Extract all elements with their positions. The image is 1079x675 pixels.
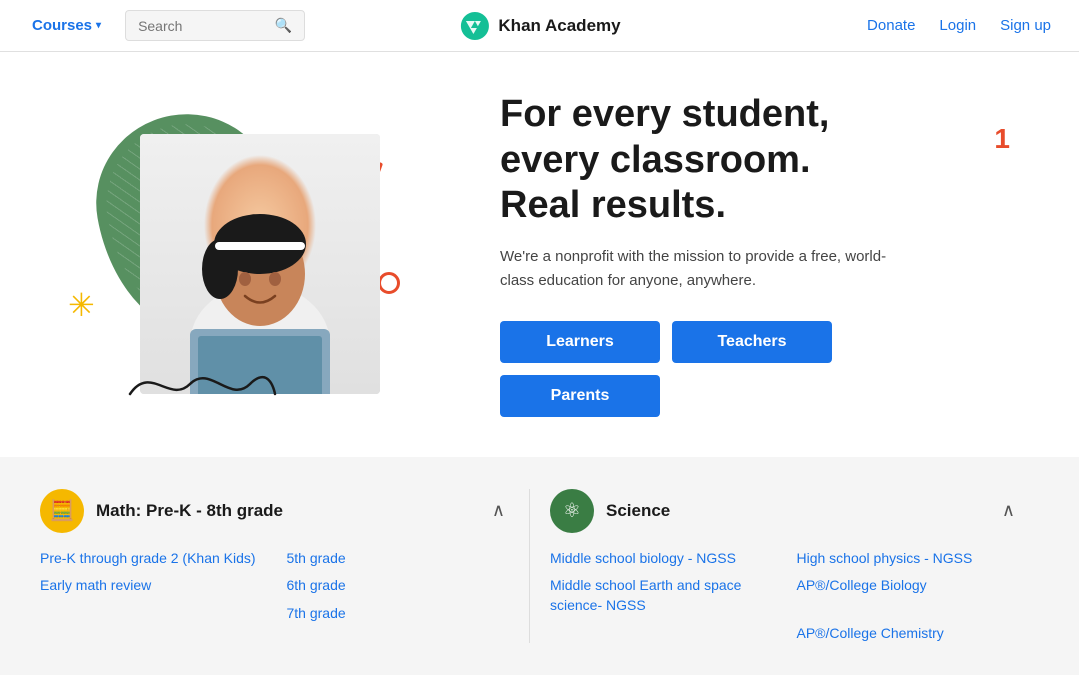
- hero-buttons: Learners Teachers Parents: [500, 321, 980, 417]
- science-link-1[interactable]: Middle school biology - NGSS: [550, 549, 773, 569]
- hero-section: ✳: [0, 52, 1079, 457]
- math-links: Pre-K through grade 2 (Khan Kids) 5th gr…: [40, 549, 509, 624]
- nav-right: Donate Login Sign up: [863, 13, 1055, 38]
- math-link-2[interactable]: 5th grade: [287, 549, 510, 569]
- courses-section: 🧮 Math: Pre-K - 8th grade ∧ Pre-K throug…: [0, 457, 1079, 675]
- math-header: 🧮 Math: Pre-K - 8th grade ∧: [40, 489, 509, 533]
- math-column: 🧮 Math: Pre-K - 8th grade ∧ Pre-K throug…: [40, 489, 529, 643]
- hero-counter: 1: [994, 122, 1010, 156]
- science-icon: ⚛: [550, 489, 594, 533]
- hero-headline: For every student, every classroom. Real…: [500, 92, 980, 229]
- navbar: Courses ▾ 🔍 Khan Academy Donate Login Si…: [0, 0, 1079, 52]
- headline-line1: For every student,: [500, 93, 829, 135]
- math-collapse-button[interactable]: ∧: [488, 496, 509, 525]
- science-column: ⚛ Science ∧ Middle school biology - NGSS…: [530, 489, 1039, 643]
- teachers-button[interactable]: Teachers: [672, 321, 832, 363]
- courses-label: Courses: [32, 17, 92, 34]
- math-link-6[interactable]: 7th grade: [287, 604, 510, 624]
- deco-circle-icon: [378, 272, 400, 294]
- science-link-5[interactable]: [550, 624, 773, 644]
- courses-button[interactable]: Courses ▾: [24, 11, 109, 40]
- logo-text: Khan Academy: [498, 16, 620, 36]
- math-title: Math: Pre-K - 8th grade: [96, 501, 283, 521]
- science-header: ⚛ Science ∧: [550, 489, 1019, 533]
- math-link-5[interactable]: [40, 604, 263, 624]
- deco-star-icon: ✳: [68, 289, 95, 321]
- headline-line2: every classroom.: [500, 139, 811, 181]
- donate-link[interactable]: Donate: [863, 13, 919, 38]
- headline-line3: Real results.: [500, 184, 726, 226]
- search-bar: 🔍: [125, 10, 305, 41]
- science-collapse-button[interactable]: ∧: [998, 496, 1019, 525]
- login-link[interactable]: Login: [935, 13, 980, 38]
- math-title-area: 🧮 Math: Pre-K - 8th grade: [40, 489, 283, 533]
- search-icon: 🔍: [275, 17, 292, 34]
- math-icon-glyph: 🧮: [50, 498, 75, 523]
- hero-subtext: We're a nonprofit with the mission to pr…: [500, 245, 920, 293]
- science-title-area: ⚛ Science: [550, 489, 670, 533]
- hero-image-area: ✳: [40, 104, 460, 404]
- math-link-1[interactable]: Pre-K through grade 2 (Khan Kids): [40, 549, 263, 569]
- science-link-6[interactable]: AP®/College Chemistry: [797, 624, 1020, 644]
- signup-link[interactable]: Sign up: [996, 13, 1055, 38]
- parents-button[interactable]: Parents: [500, 375, 660, 417]
- chevron-down-icon: ▾: [96, 20, 101, 31]
- search-input[interactable]: [138, 18, 267, 34]
- deco-scribble-icon: [120, 354, 280, 414]
- logo-icon: [458, 10, 490, 42]
- hero-content: For every student, every classroom. Real…: [460, 92, 980, 417]
- nav-left: Courses ▾ 🔍: [24, 10, 305, 41]
- learners-button[interactable]: Learners: [500, 321, 660, 363]
- science-link-2[interactable]: High school physics - NGSS: [797, 549, 1020, 569]
- science-link-3[interactable]: Middle school Earth and space science- N…: [550, 576, 773, 615]
- logo-link[interactable]: Khan Academy: [458, 10, 620, 42]
- science-title: Science: [606, 501, 670, 521]
- science-link-4[interactable]: AP®/College Biology: [797, 576, 1020, 615]
- science-links: Middle school biology - NGSS High school…: [550, 549, 1019, 643]
- math-link-3[interactable]: Early math review: [40, 576, 263, 596]
- science-icon-glyph: ⚛: [563, 498, 581, 523]
- math-icon: 🧮: [40, 489, 84, 533]
- math-link-4[interactable]: 6th grade: [287, 576, 510, 596]
